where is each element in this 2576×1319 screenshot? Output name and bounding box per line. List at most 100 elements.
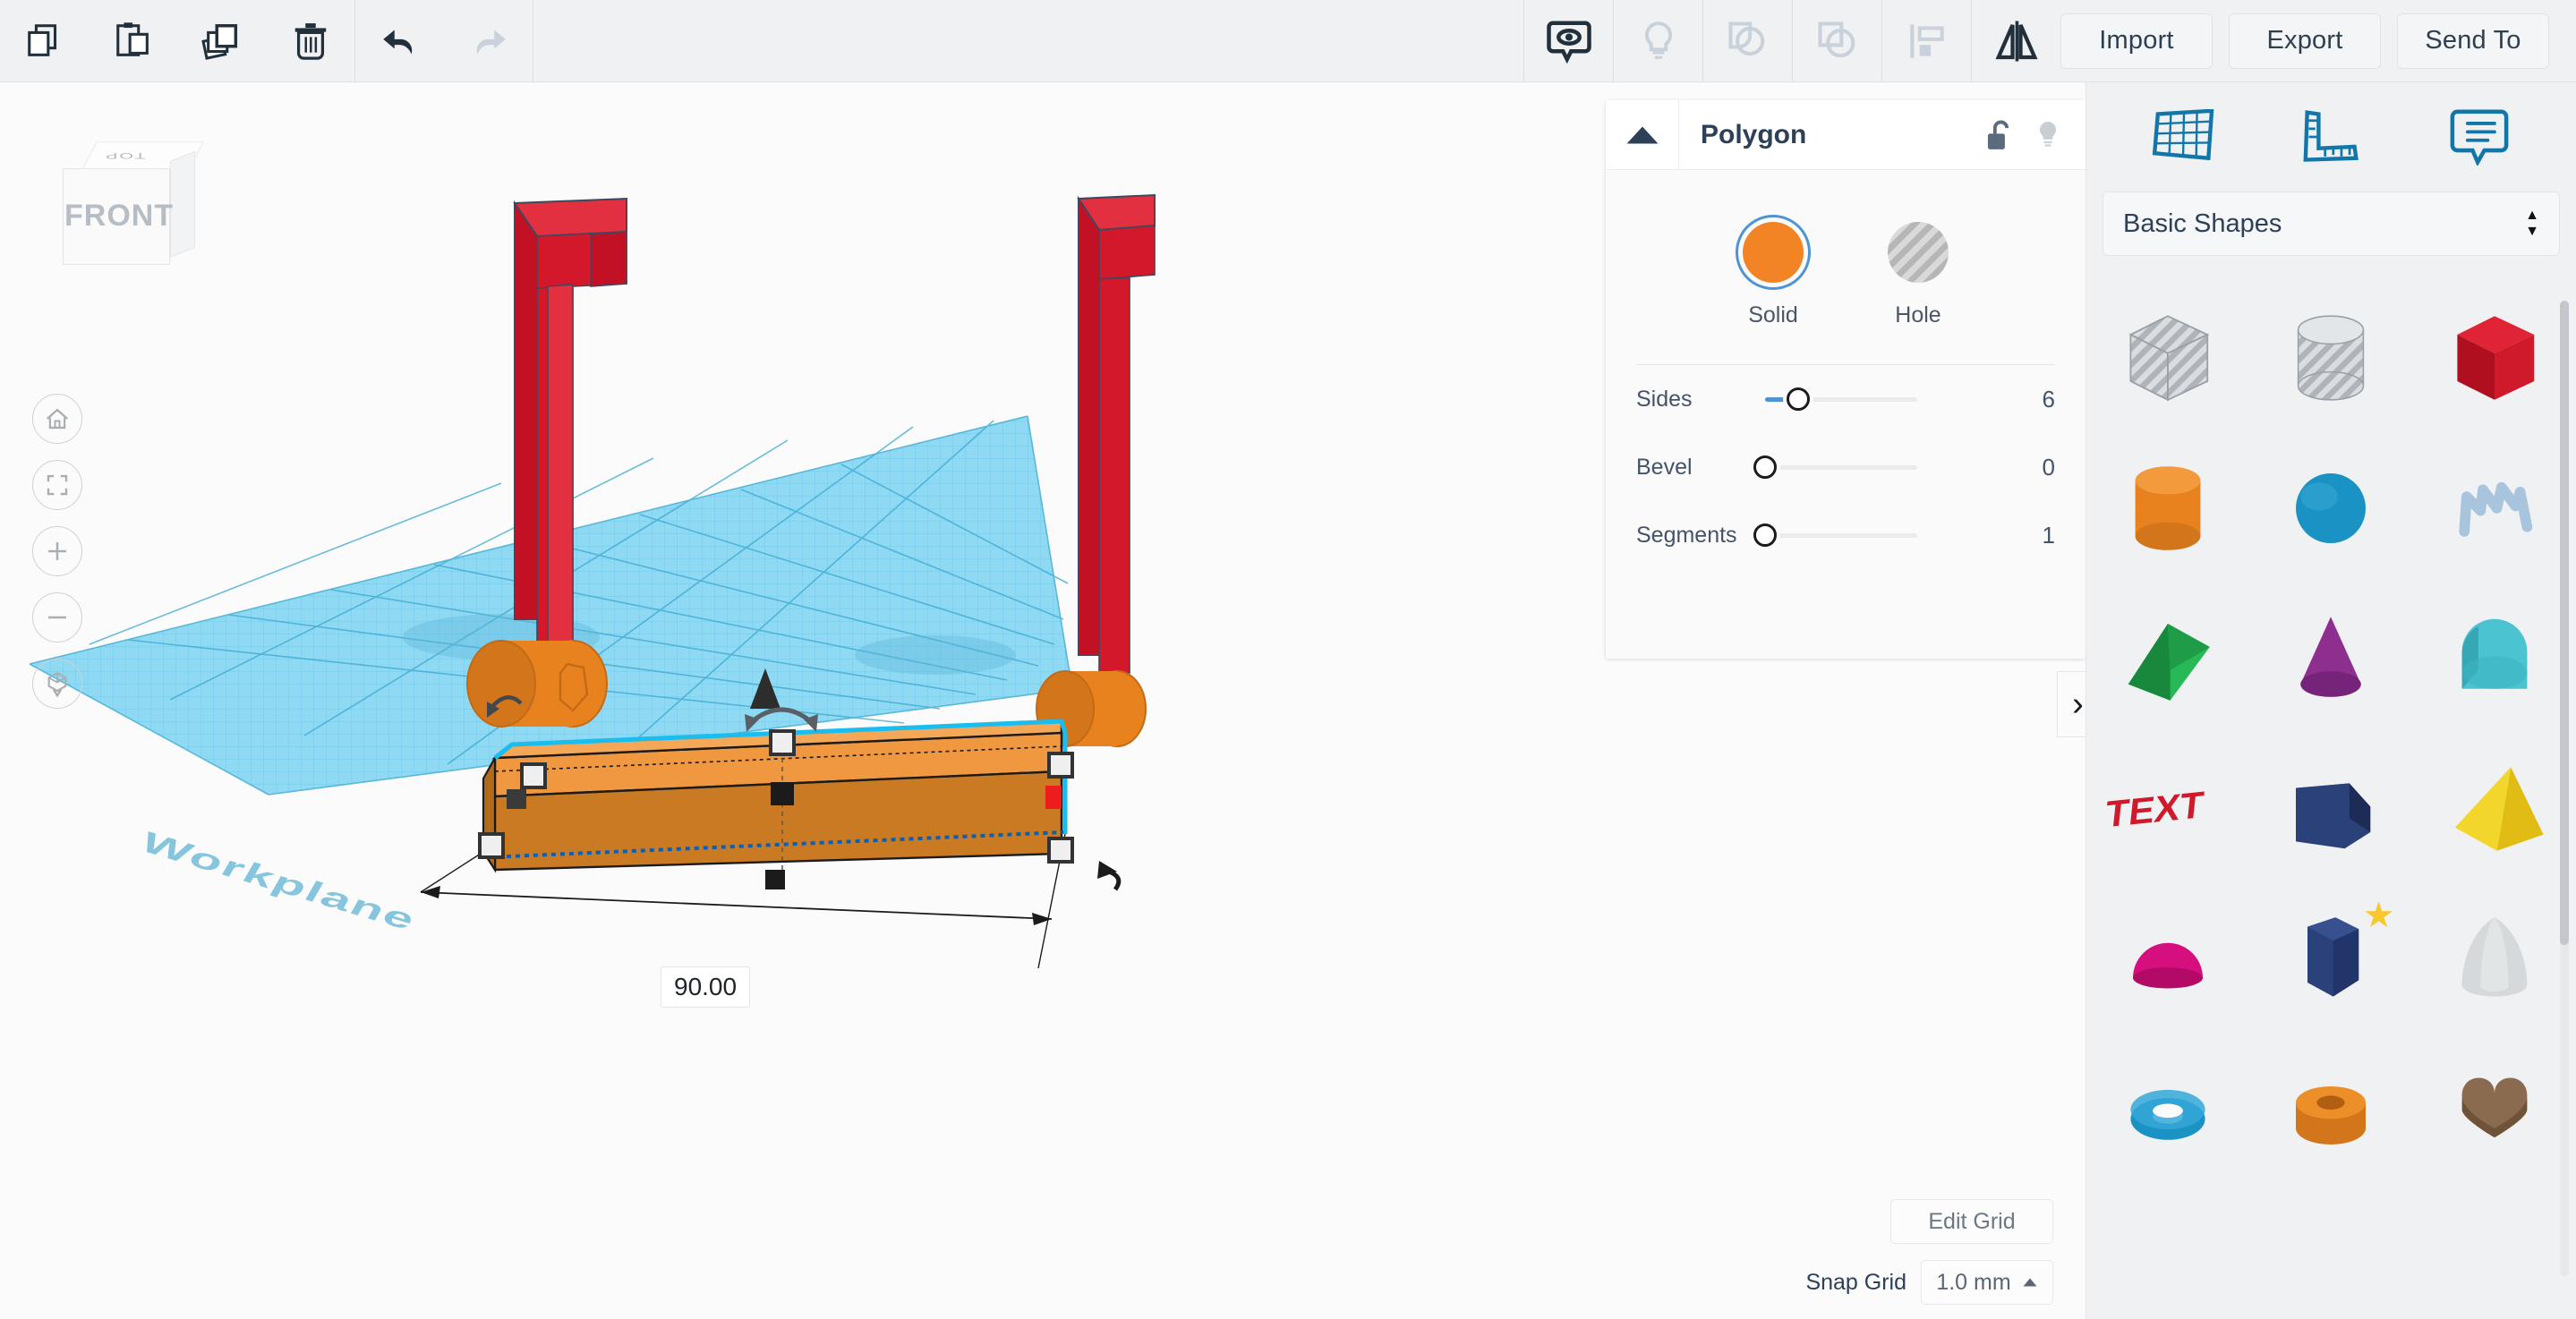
view-cube-side-face[interactable] [170, 150, 195, 258]
bevel-slider[interactable] [1753, 455, 1917, 479]
export-button[interactable]: Export [2229, 13, 2381, 69]
import-button[interactable]: Import [2060, 13, 2213, 69]
shape-box-hole[interactable] [2101, 291, 2235, 425]
minus-icon [48, 616, 66, 619]
shape-box[interactable] [2427, 291, 2562, 425]
svg-text:TEXT: TEXT [2107, 785, 2205, 836]
shape-cylinder[interactable] [2101, 441, 2235, 575]
hole-mode-option[interactable]: Hole [1881, 215, 1956, 328]
home-view-button[interactable] [32, 394, 82, 444]
shape-cylinder-hole[interactable] [2264, 291, 2398, 425]
shape-cone[interactable] [2264, 591, 2398, 726]
snap-grid-select[interactable]: 1.0 mm [1921, 1260, 2053, 1305]
sides-slider-knob[interactable] [1787, 387, 1811, 411]
redo-icon [476, 30, 506, 55]
copy-icon [27, 23, 56, 56]
shape-category-select[interactable]: Basic Shapes ▲ ▼ [2103, 191, 2560, 256]
shape-pyramid[interactable] [2427, 742, 2562, 876]
shape-text[interactable]: TEXT [2101, 742, 2235, 876]
sidebar-icon-row [2086, 82, 2576, 191]
panel-collapse-button[interactable] [1606, 99, 1679, 170]
align-button[interactable] [1882, 0, 1971, 81]
sides-slider-row: Sides 6 [1636, 365, 2055, 433]
right-sidebar: Basic Shapes ▲ ▼ TEXT ★ [2086, 82, 2576, 1319]
half-sphere-icon [2133, 942, 2204, 989]
sides-label: Sides [1636, 386, 1693, 412]
shape-roof[interactable] [2427, 591, 2562, 726]
solid-mode-option[interactable]: Solid [1736, 215, 1811, 328]
shape-scribble[interactable] [2427, 441, 2562, 575]
sides-slider[interactable] [1765, 387, 1917, 411]
plus-icon [48, 542, 66, 560]
fit-view-button[interactable] [32, 460, 82, 510]
ungroup-icon [1817, 21, 1855, 57]
zoom-out-button[interactable] [32, 592, 82, 642]
shape-half-sphere[interactable] [2101, 892, 2235, 1026]
segments-slider[interactable] [1753, 523, 1917, 547]
segments-slider-knob[interactable] [1753, 523, 1777, 547]
ungroup-button[interactable] [1793, 0, 1881, 81]
note-tool-button[interactable] [2435, 96, 2524, 178]
solid-hole-selector: Solid Hole [1636, 215, 2055, 328]
cone-icon [2300, 617, 2362, 697]
bevel-slider-knob[interactable] [1753, 455, 1777, 479]
selected-polygon-object [420, 719, 1068, 969]
grid-controls: Edit Grid Snap Grid 1.0 mm [1608, 1199, 2069, 1319]
shape-grid: TEXT ★ [2086, 283, 2576, 1303]
lock-toggle-button[interactable] [1973, 100, 2023, 170]
edit-grid-button[interactable]: Edit Grid [1890, 1199, 2053, 1244]
redo-button[interactable] [444, 0, 533, 81]
lightbulb-icon [1644, 21, 1672, 59]
pyramid-icon [2454, 767, 2544, 851]
panel-header: Polygon [1606, 99, 2086, 170]
shape-wedge[interactable] [2101, 591, 2235, 726]
solid-swatch-ring [1736, 215, 1811, 290]
shape-polygon[interactable]: ★ [2264, 892, 2398, 1026]
highlight-button[interactable] [1614, 0, 1702, 81]
snap-grid-value: 1.0 mm [1936, 1269, 2011, 1295]
shape-sphere[interactable] [2264, 441, 2398, 575]
panel-light-button[interactable] [2023, 100, 2073, 170]
duplicate-button[interactable] [177, 0, 266, 81]
shape-torus[interactable] [2101, 1042, 2235, 1177]
workplane-tool-button[interactable] [2139, 96, 2229, 178]
zoom-in-button[interactable] [32, 526, 82, 576]
shape-paraboloid[interactable] [2427, 892, 2562, 1026]
shape-category-spinner: ▲ ▼ [2525, 208, 2539, 238]
group-button[interactable] [1703, 0, 1792, 81]
paste-button[interactable] [89, 0, 177, 81]
undo-button[interactable] [355, 0, 444, 81]
sidebar-scrollbar-thumb[interactable] [2560, 301, 2569, 945]
panel-title: Polygon [1701, 119, 1807, 149]
undo-icon [382, 30, 412, 55]
notes-eye-icon [1546, 21, 1591, 64]
ruler-tool-button[interactable] [2287, 96, 2376, 178]
mirror-button[interactable] [1972, 0, 2060, 81]
triangle-up-icon [1626, 126, 1658, 143]
bevel-label: Bevel [1636, 454, 1693, 480]
duplicate-icon [200, 23, 237, 60]
wedge-icon [2128, 624, 2210, 701]
history-tools-group [355, 0, 533, 81]
copy-button[interactable] [0, 0, 89, 81]
dimension-label[interactable]: 90.00 [661, 966, 751, 1008]
bevel-value: 0 [2042, 453, 2055, 481]
snap-grid-label: Snap Grid [1805, 1269, 1906, 1295]
workplane-icon [2152, 109, 2213, 161]
caret-up-icon [2023, 1278, 2037, 1287]
send-to-button[interactable]: Send To [2397, 13, 2549, 69]
shape-tube[interactable] [2264, 1042, 2398, 1177]
shape-tube-square[interactable] [2264, 742, 2398, 876]
paste-icon [115, 21, 149, 56]
sidebar-scrollbar[interactable] [2560, 301, 2569, 1276]
view-cube[interactable]: TOP FRONT [43, 125, 204, 268]
text-icon: TEXT [2107, 785, 2205, 836]
delete-icon [294, 22, 326, 60]
ortho-toggle-button[interactable] [32, 659, 82, 709]
group-icon [1727, 21, 1764, 55]
delete-button[interactable] [266, 0, 354, 81]
shape-heart[interactable] [2427, 1042, 2562, 1177]
hole-color-swatch [1888, 222, 1949, 283]
show-hide-button[interactable] [1524, 0, 1613, 81]
